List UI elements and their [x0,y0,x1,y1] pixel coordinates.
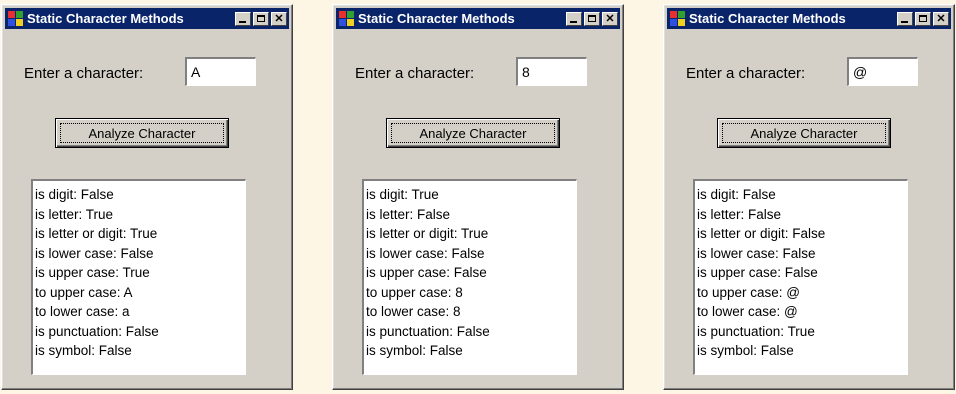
window-title: Static Character Methods [689,11,846,26]
character-input[interactable] [516,57,587,86]
close-icon: ✕ [936,12,946,25]
character-input[interactable] [847,57,918,86]
result-line: is letter or digit: True [35,226,158,241]
result-line: is symbol: False [697,343,794,358]
analyze-character-label: Analyze Character [60,123,224,143]
result-line: is letter or digit: False [697,226,826,241]
minimize-icon [570,20,577,23]
maximize-icon [257,14,265,22]
minimize-button[interactable] [566,11,582,26]
maximize-button[interactable] [915,11,931,26]
maximize-icon [919,14,927,22]
result-line: is letter or digit: True [366,226,489,241]
result-line: to lower case: @ [697,304,798,319]
result-line: is punctuation: False [35,323,159,339]
result-line: is upper case: False [697,265,818,280]
close-icon: ✕ [274,12,284,25]
result-line: is lower case: False [697,245,816,261]
result-line: to upper case: A [35,284,133,300]
analyze-character-button[interactable]: Analyze Character [386,118,560,148]
prompt-label: Enter a character: [24,65,144,82]
close-icon: ✕ [605,12,615,25]
prompt-label: Enter a character: [355,65,475,82]
analyze-character-button[interactable]: Analyze Character [55,118,229,148]
results-textbox[interactable]: is digit: False is letter: True is lette… [31,179,246,375]
minimize-icon [239,20,246,23]
maximize-button[interactable] [253,11,269,26]
result-line: is lower case: False [35,245,154,261]
window-title: Static Character Methods [27,11,184,26]
result-line: is symbol: False [35,343,132,358]
title-bar[interactable]: Static Character Methods ✕ [5,8,289,29]
prompt-label: Enter a character: [686,65,806,82]
result-line: to lower case: 8 [366,304,461,319]
result-line: is punctuation: True [697,323,815,339]
result-line: is symbol: False [366,343,463,358]
close-button[interactable]: ✕ [271,11,287,26]
result-line: is upper case: True [35,265,150,280]
app-window: Static Character Methods ✕ Enter a chara… [1,4,293,390]
result-line: is lower case: False [366,245,485,261]
app-icon[interactable] [339,10,355,27]
close-button[interactable]: ✕ [933,11,949,26]
title-bar[interactable]: Static Character Methods ✕ [667,8,951,29]
app-icon[interactable] [670,10,686,27]
results-textbox[interactable]: is digit: False is letter: False is lett… [693,179,908,375]
result-line: to lower case: a [35,304,130,319]
result-line: is letter: True [35,206,114,222]
result-line: is letter: False [366,206,451,222]
minimize-icon [901,20,908,23]
app-window: Static Character Methods ✕ Enter a chara… [663,4,955,390]
result-line: is digit: True [366,187,439,202]
result-line: is punctuation: False [366,323,490,339]
minimize-button[interactable] [235,11,251,26]
result-line: is digit: False [35,187,114,202]
maximize-icon [588,14,596,22]
result-line: is letter: False [697,206,782,222]
close-button[interactable]: ✕ [602,11,618,26]
character-input[interactable] [185,57,256,86]
analyze-character-button[interactable]: Analyze Character [717,118,891,148]
result-line: is digit: False [697,187,776,202]
analyze-character-label: Analyze Character [391,123,555,143]
app-icon[interactable] [8,10,24,27]
result-line: to upper case: 8 [366,284,463,300]
analyze-character-label: Analyze Character [722,123,886,143]
result-line: to upper case: @ [697,284,801,300]
maximize-button[interactable] [584,11,600,26]
minimize-button[interactable] [897,11,913,26]
window-title: Static Character Methods [358,11,515,26]
title-bar[interactable]: Static Character Methods ✕ [336,8,620,29]
app-window: Static Character Methods ✕ Enter a chara… [332,4,624,390]
results-textbox[interactable]: is digit: True is letter: False is lette… [362,179,577,375]
result-line: is upper case: False [366,265,487,280]
